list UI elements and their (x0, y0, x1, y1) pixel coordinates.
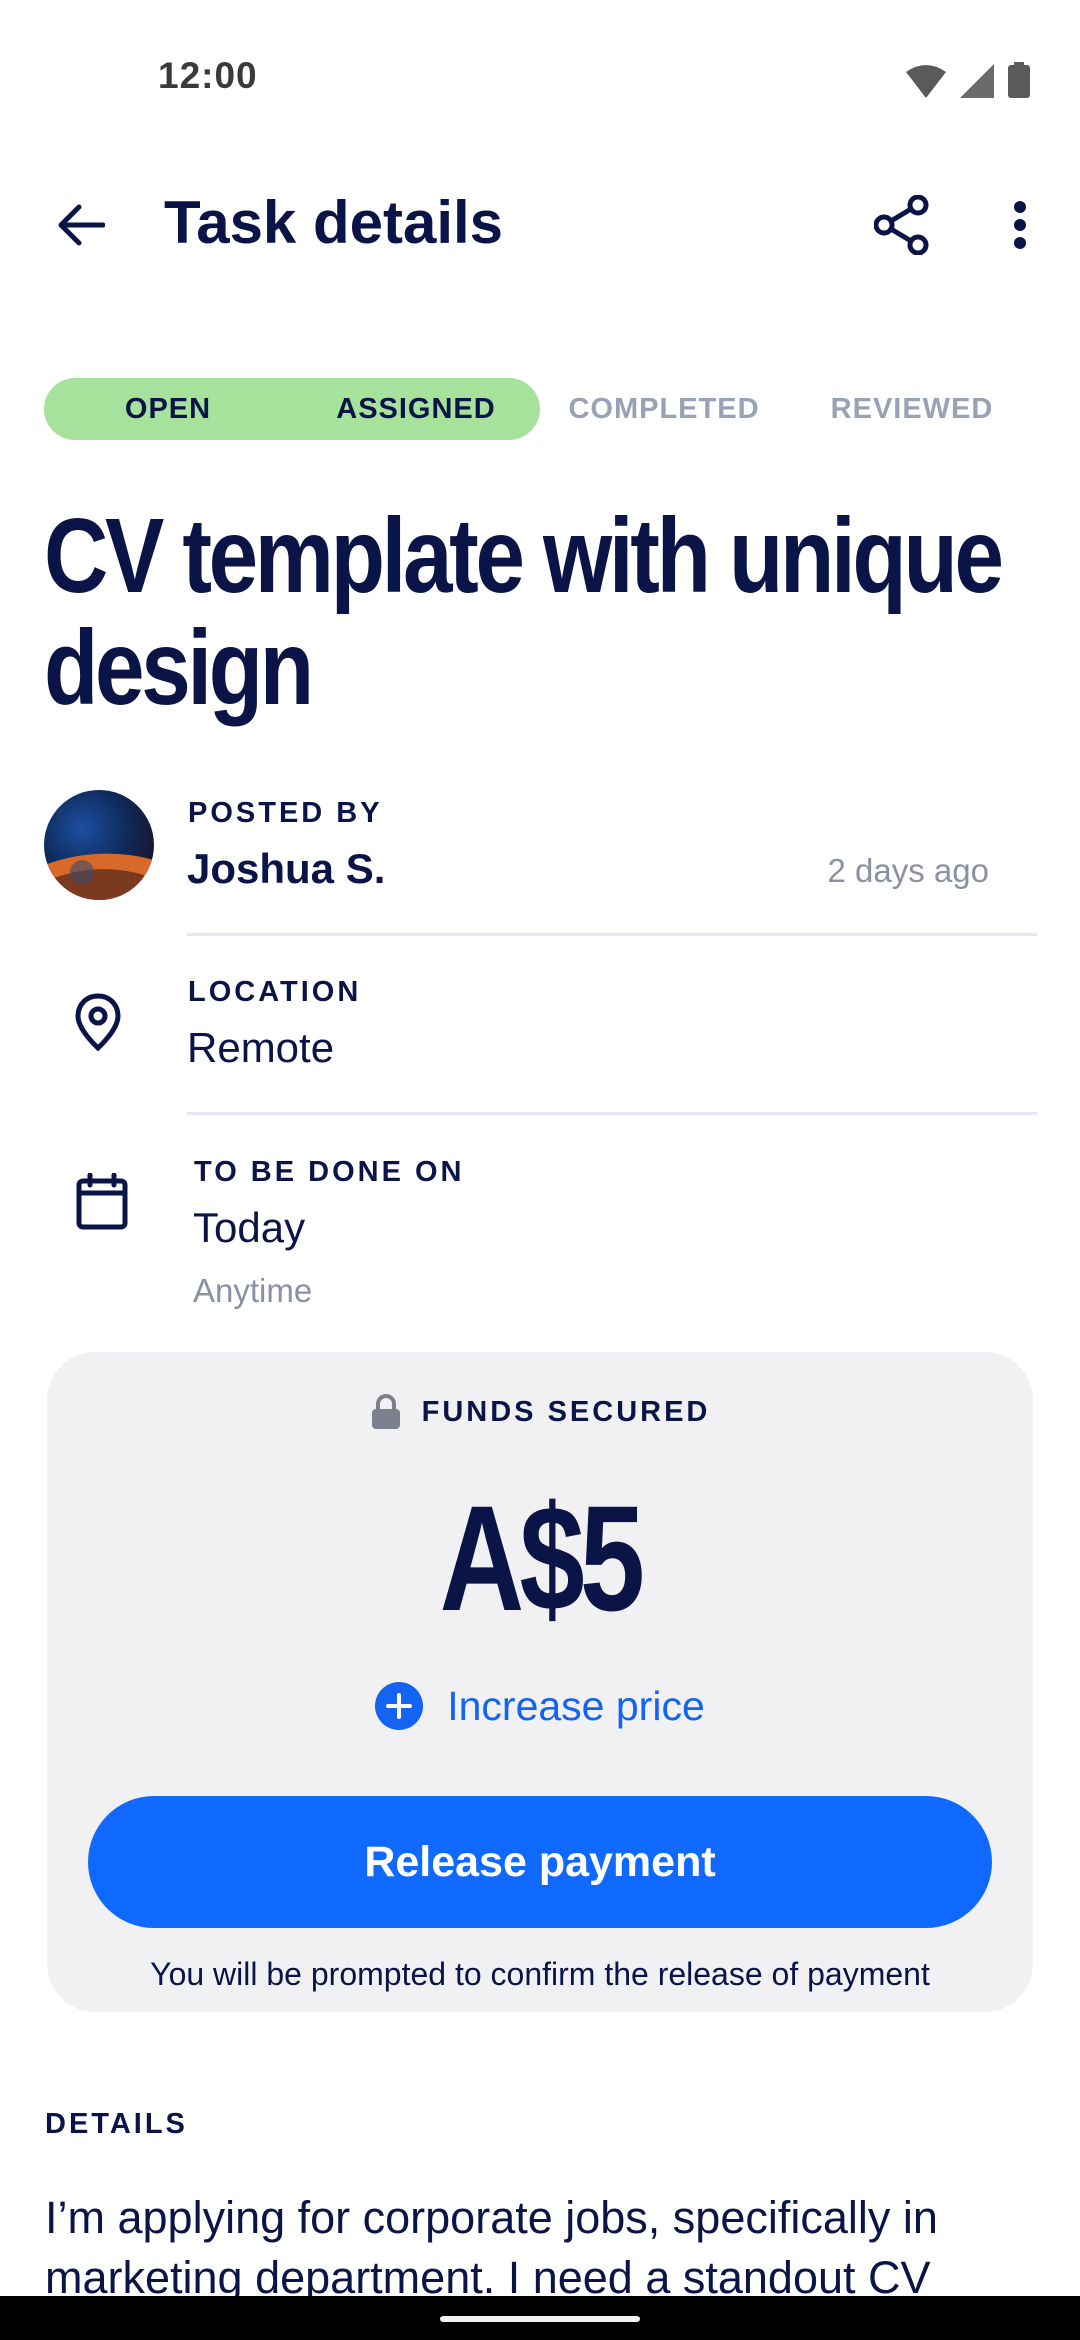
task-title: CV template with unique design (44, 497, 1004, 727)
app-bar: Task details (0, 170, 1080, 280)
posted-time: 2 days ago (827, 852, 989, 889)
location-pin-icon (58, 982, 138, 1062)
release-payment-button[interactable]: Release payment (88, 1796, 992, 1928)
share-button[interactable] (862, 185, 942, 265)
avatar-image (44, 790, 154, 900)
due-date-row: TO BE DONE ON Today Anytime (0, 1150, 1080, 1330)
increase-price-button[interactable]: Increase price (47, 1682, 1033, 1730)
step-assigned: ASSIGNED (336, 392, 496, 425)
funds-secured-label: FUNDS SECURED (421, 1395, 711, 1428)
step-completed: COMPLETED (568, 392, 760, 425)
poster-name[interactable]: Joshua S. (187, 845, 385, 893)
step-reviewed: REVIEWED (830, 392, 994, 425)
more-options-button[interactable] (980, 185, 1060, 265)
page-title: Task details (164, 189, 504, 256)
app-screen: 12:00 Task details OPEN ASSIGNED COMPLET… (0, 0, 1080, 2340)
release-payment-note: You will be prompted to confirm the rele… (150, 1956, 930, 1992)
task-progress-tracker: OPEN ASSIGNED COMPLETED REVIEWED (44, 378, 1036, 440)
status-bar: 12:00 (0, 0, 1080, 150)
status-icons (906, 62, 1030, 98)
due-date-label: TO BE DONE ON (194, 1156, 465, 1188)
wifi-icon (906, 65, 946, 98)
details-text: I’m applying for corporate jobs, specifi… (45, 2192, 938, 2303)
lock-icon (371, 1394, 400, 1429)
home-gesture-handle[interactable] (440, 2316, 640, 2322)
cell-signal-icon (960, 64, 994, 98)
system-nav-bar (0, 2296, 1080, 2340)
status-time: 12:00 (158, 55, 258, 96)
location-label: LOCATION (188, 976, 362, 1008)
funds-secured-header: FUNDS SECURED (47, 1394, 1033, 1430)
plus-circle-icon (375, 1682, 424, 1730)
battery-icon (1008, 62, 1030, 98)
due-date-value: Today (193, 1204, 306, 1251)
step-open: OPEN (124, 392, 212, 425)
divider (187, 933, 1037, 936)
location-value: Remote (187, 1024, 335, 1071)
posted-by-row[interactable]: POSTED BY Joshua S. 2 days ago (0, 790, 1080, 940)
calendar-icon (62, 1162, 142, 1242)
due-time-value: Anytime (193, 1272, 313, 1309)
more-vertical-icon (1014, 201, 1026, 249)
avatar[interactable] (44, 790, 154, 900)
details-label: DETAILS (45, 2108, 188, 2140)
funds-card: FUNDS SECURED A$5 Increase price Release… (47, 1352, 1033, 2012)
location-row: LOCATION Remote (0, 970, 1080, 1110)
increase-price-label: Increase price (447, 1682, 705, 1729)
task-price: A$5 (439, 1474, 645, 1642)
arrow-left-icon (58, 204, 105, 246)
divider (187, 1112, 1037, 1115)
back-button[interactable] (40, 185, 120, 265)
posted-by-label: POSTED BY (188, 797, 383, 829)
share-icon (874, 195, 929, 255)
